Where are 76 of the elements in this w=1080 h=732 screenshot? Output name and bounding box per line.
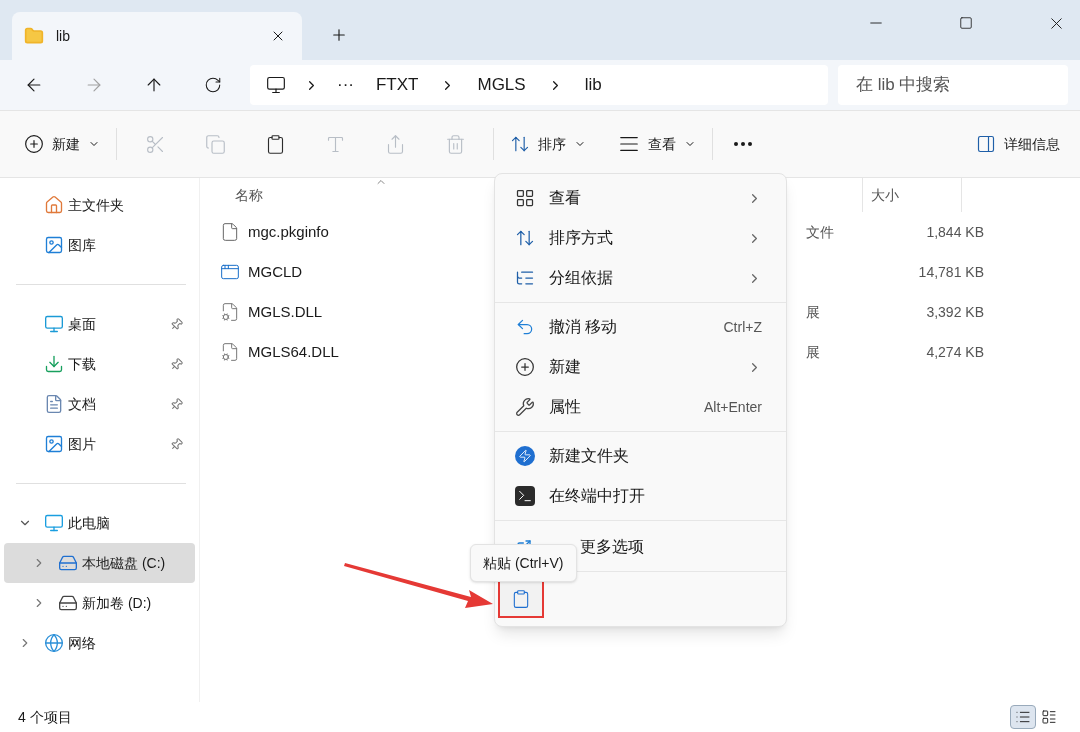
tab[interactable]: lib bbox=[12, 12, 302, 60]
home-icon bbox=[44, 195, 64, 215]
sidebar-item[interactable]: 图库 bbox=[4, 225, 195, 265]
menu-item[interactable]: 新建文件夹 bbox=[499, 436, 782, 476]
panel-icon bbox=[976, 134, 996, 154]
drive-icon bbox=[58, 553, 78, 573]
monitor-icon bbox=[44, 513, 64, 533]
view-button[interactable]: 查看 bbox=[610, 126, 704, 162]
gear-file-icon bbox=[220, 302, 240, 322]
sidebar-item[interactable]: 此电脑 bbox=[4, 503, 195, 543]
file-size: 14,781 KB bbox=[917, 262, 984, 282]
details-view-button[interactable] bbox=[1010, 705, 1036, 729]
overflow-crumb[interactable]: ··· bbox=[337, 72, 354, 98]
file-type: 展 bbox=[806, 342, 821, 362]
menu-item[interactable]: 分组依据 bbox=[499, 258, 782, 298]
sidebar-item[interactable]: 下载 bbox=[4, 344, 195, 384]
sidebar-item[interactable]: 桌面 bbox=[4, 304, 195, 344]
wrench-icon bbox=[515, 397, 535, 417]
image-icon bbox=[44, 235, 64, 255]
file-icon bbox=[220, 222, 240, 242]
maximize-icon[interactable] bbox=[959, 16, 973, 30]
plus-icon bbox=[515, 357, 535, 377]
menu-item[interactable]: 在终端中打开 bbox=[499, 476, 782, 516]
download-icon bbox=[44, 354, 64, 374]
details-button[interactable]: 详细信息 bbox=[968, 126, 1068, 162]
paste-icon bbox=[511, 589, 531, 609]
paste-button[interactable] bbox=[498, 580, 544, 618]
breadcrumb[interactable]: FTXT bbox=[376, 72, 419, 98]
desktop-icon bbox=[44, 314, 64, 334]
sidebar-item[interactable]: 图片 bbox=[4, 424, 195, 464]
file-type: 展 bbox=[806, 302, 821, 322]
sidebar-item[interactable]: 本地磁盘 (C:) bbox=[4, 543, 195, 583]
address-bar[interactable]: ··· FTXT MGLS lib bbox=[250, 65, 828, 105]
image-icon bbox=[44, 434, 64, 454]
network-icon bbox=[44, 633, 64, 653]
file-type: 文件 bbox=[806, 222, 835, 242]
new-tab-icon[interactable] bbox=[330, 26, 348, 44]
terminal-icon bbox=[515, 486, 535, 506]
monitor-icon bbox=[266, 75, 286, 95]
file-size: 3,392 KB bbox=[925, 302, 984, 322]
shortcut-text: Alt+Enter bbox=[704, 397, 762, 417]
column-header[interactable]: 大小 bbox=[862, 178, 962, 212]
tiles-icon bbox=[1041, 709, 1057, 725]
tooltip: 粘贴 (Ctrl+V) bbox=[470, 544, 577, 582]
shortcut-text: Ctrl+Z bbox=[723, 317, 762, 337]
file-size: 4,274 KB bbox=[925, 342, 984, 362]
list-icon bbox=[1015, 709, 1031, 725]
menu-item[interactable]: 查看 bbox=[499, 178, 782, 218]
breadcrumb[interactable]: lib bbox=[584, 72, 602, 98]
breadcrumb[interactable]: MGLS bbox=[477, 72, 526, 98]
menu-item[interactable]: 排序方式 bbox=[499, 218, 782, 258]
sort-icon bbox=[510, 134, 530, 154]
bolt-icon bbox=[515, 446, 535, 466]
app-window-icon bbox=[220, 262, 240, 282]
status-text: 4 个项目 bbox=[18, 707, 72, 727]
sidebar-item[interactable]: 主文件夹 bbox=[4, 185, 195, 225]
sidebar-item[interactable]: 网络 bbox=[4, 623, 195, 663]
file-size: 1,844 KB bbox=[925, 222, 984, 242]
menu-item[interactable]: 新建 bbox=[499, 347, 782, 387]
sort-icon bbox=[515, 228, 535, 248]
menu-item[interactable]: 属性 Alt+Enter bbox=[499, 387, 782, 427]
gear-file-icon bbox=[220, 342, 240, 362]
tab-title: lib bbox=[56, 26, 71, 46]
new-button[interactable]: 新建 bbox=[16, 126, 108, 162]
refresh-icon[interactable] bbox=[204, 76, 222, 94]
search-field[interactable]: 在 lib 中搜索 bbox=[838, 65, 1068, 105]
document-icon bbox=[44, 394, 64, 414]
sort-button[interactable]: 排序 bbox=[502, 126, 594, 162]
drive-icon bbox=[58, 593, 78, 613]
sidebar-item[interactable]: 新加卷 (D:) bbox=[4, 583, 195, 623]
plus-icon bbox=[24, 134, 44, 154]
menu-item[interactable]: 撤消 移动 Ctrl+Z bbox=[499, 307, 782, 347]
folder-icon bbox=[24, 26, 44, 46]
sidebar-item[interactable]: 文档 bbox=[4, 384, 195, 424]
undo-icon bbox=[515, 317, 535, 337]
grid-icon bbox=[515, 188, 535, 208]
